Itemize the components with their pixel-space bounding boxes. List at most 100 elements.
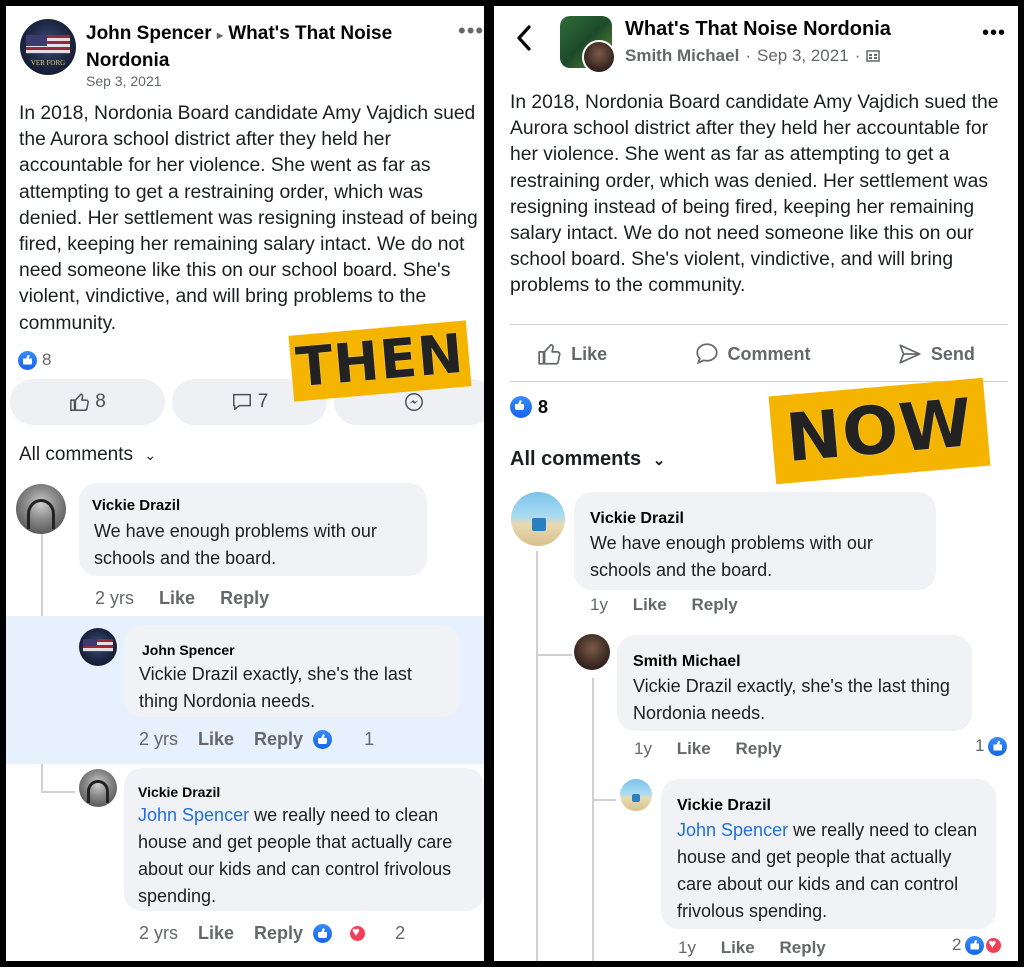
reply-author-name[interactable]: John Spencer xyxy=(142,642,235,658)
comment-bubble: Vickie Drazil We have enough problems wi… xyxy=(574,492,936,590)
reply-reaction-count[interactable]: 2 xyxy=(395,923,405,944)
comment-like-button[interactable]: Like xyxy=(633,595,667,614)
reply-author-name[interactable]: Vickie Drazil xyxy=(138,784,220,800)
reply-author-name[interactable]: Vickie Drazil xyxy=(677,797,771,815)
like-reaction-icon xyxy=(313,924,333,943)
comment-reply-button[interactable]: Reply xyxy=(691,595,737,614)
reply-reply-button[interactable]: Reply xyxy=(254,729,303,750)
now-stamp: NOW xyxy=(768,377,991,485)
like-count: 8 xyxy=(95,391,106,412)
love-reaction-icon xyxy=(984,935,1004,955)
send-label: Send xyxy=(930,343,975,364)
reaction-count: 8 xyxy=(42,350,52,369)
comment-time[interactable]: 2 yrs xyxy=(95,588,134,608)
reply-time[interactable]: 1y xyxy=(678,938,696,957)
comment-reply-button[interactable]: Reply xyxy=(220,588,269,608)
like-button[interactable]: 8 xyxy=(10,379,165,425)
reply-bubble: Smith Michael Vickie Drazil exactly, she… xyxy=(617,635,972,731)
post-action-bar: Like Comment Send xyxy=(494,334,1018,374)
reply-author-name[interactable]: Smith Michael xyxy=(633,653,741,671)
author-name[interactable]: John Spencer xyxy=(86,23,212,44)
author-name[interactable]: Smith Michael xyxy=(625,46,739,66)
like-reaction-icon xyxy=(965,935,985,955)
then-screenshot: VER FORG John Spencer ▸ What's That Nois… xyxy=(6,6,484,961)
all-comments-filter[interactable]: All comments ⌄ xyxy=(19,444,156,466)
reply-time[interactable]: 2 yrs xyxy=(139,923,178,944)
comment-button[interactable]: Comment xyxy=(694,341,811,367)
reply-reaction-count[interactable]: 1 xyxy=(364,729,374,750)
reply-avatar[interactable] xyxy=(620,779,652,811)
reply-like-button[interactable]: Like xyxy=(198,923,234,944)
reply-reactions[interactable]: 1 xyxy=(975,736,1008,756)
separator-dot: · xyxy=(745,46,751,65)
reply-reaction-count: 1 xyxy=(975,736,985,755)
like-reaction-icon xyxy=(313,730,333,749)
chevron-down-icon: ⌄ xyxy=(144,447,157,463)
thumbs-up-icon xyxy=(70,393,90,411)
post-subheader: Smith Michael · Sep 3, 2021 · xyxy=(625,46,881,66)
post-header: John Spencer ▸ What's That Noise Nordoni… xyxy=(86,21,416,73)
reply-meta: 2 yrs Like Reply 2 xyxy=(139,923,425,944)
reply-time[interactable]: 2 yrs xyxy=(139,729,178,750)
reply-meta: 1y Like Reply xyxy=(678,938,846,958)
comment-label: Comment xyxy=(727,343,811,364)
reply-reactions[interactable]: 2 xyxy=(952,935,1004,955)
commenter-avatar[interactable] xyxy=(511,492,565,546)
mention-link[interactable]: John Spencer xyxy=(677,820,788,840)
comment-icon xyxy=(695,343,718,365)
reply-avatar[interactable] xyxy=(79,628,117,666)
reply-bubble: Vickie Drazil John Spencer we really nee… xyxy=(661,779,996,929)
reaction-summary[interactable]: 8 xyxy=(510,396,548,418)
like-reaction-icon xyxy=(988,736,1008,756)
comment-icon xyxy=(232,393,251,411)
thread-line xyxy=(536,654,572,656)
comment-text: We have enough problems with our schools… xyxy=(94,521,377,568)
more-options-icon[interactable]: ••• xyxy=(982,23,1006,43)
comment-bubble: Vickie Drazil We have enough problems wi… xyxy=(79,483,427,576)
reply-text: John Spencer we really need to clean hou… xyxy=(138,802,478,910)
send-icon xyxy=(899,344,921,364)
reply-bubble: John Spencer Vickie Drazil exactly, she'… xyxy=(124,625,460,717)
reply-meta: 1y Like Reply xyxy=(634,739,802,759)
reply-bubble: Vickie Drazil John Spencer we really nee… xyxy=(124,768,484,911)
send-button[interactable]: Send xyxy=(897,341,975,367)
chevron-down-icon: ⌄ xyxy=(652,452,666,469)
reply-like-button[interactable]: Like xyxy=(721,938,755,957)
reply-like-button[interactable]: Like xyxy=(677,739,711,758)
commenter-name[interactable]: Vickie Drazil xyxy=(92,497,180,514)
reply-time[interactable]: 1y xyxy=(634,739,652,758)
reply-text: Vickie Drazil exactly, she's the last th… xyxy=(139,664,412,711)
messenger-icon xyxy=(405,393,423,411)
thread-line xyxy=(592,678,594,961)
reply-avatar[interactable] xyxy=(574,634,610,670)
like-label: Like xyxy=(571,343,608,364)
comment-time[interactable]: 1y xyxy=(590,595,608,614)
commenter-avatar[interactable] xyxy=(16,484,66,534)
reply-like-button[interactable]: Like xyxy=(198,729,234,750)
reply-meta: 2 yrs Like Reply 1 xyxy=(139,729,394,750)
comment-text: We have enough problems with our schools… xyxy=(590,533,873,580)
all-comments-label: All comments xyxy=(19,444,134,465)
divider xyxy=(510,324,1008,325)
love-reaction-icon xyxy=(348,924,368,943)
comment-count: 7 xyxy=(257,391,269,412)
reply-reply-button[interactable]: Reply xyxy=(779,938,825,957)
commenter-name[interactable]: Vickie Drazil xyxy=(590,510,684,528)
group-name[interactable]: What's That Noise Nordonia xyxy=(625,18,891,41)
reply-reply-button[interactable]: Reply xyxy=(735,739,781,758)
author-avatar[interactable] xyxy=(582,40,616,74)
comment-like-button[interactable]: Like xyxy=(159,588,195,608)
reply-reply-button[interactable]: Reply xyxy=(254,923,303,944)
more-options-icon[interactable]: ••• xyxy=(458,20,484,42)
all-comments-label: All comments xyxy=(510,448,642,470)
like-button[interactable]: Like xyxy=(537,341,607,367)
reply-avatar[interactable] xyxy=(79,769,117,807)
author-avatar[interactable]: VER FORG xyxy=(20,19,76,75)
back-arrow-icon[interactable] xyxy=(514,24,534,52)
mention-link[interactable]: John Spencer xyxy=(138,805,249,825)
reaction-summary[interactable]: 8 xyxy=(18,350,51,370)
all-comments-filter[interactable]: All comments ⌄ xyxy=(510,448,665,471)
reply-reaction-count: 2 xyxy=(952,935,962,954)
post-date[interactable]: Sep 3, 2021 xyxy=(86,73,162,89)
post-date[interactable]: Sep 3, 2021 xyxy=(757,46,849,66)
